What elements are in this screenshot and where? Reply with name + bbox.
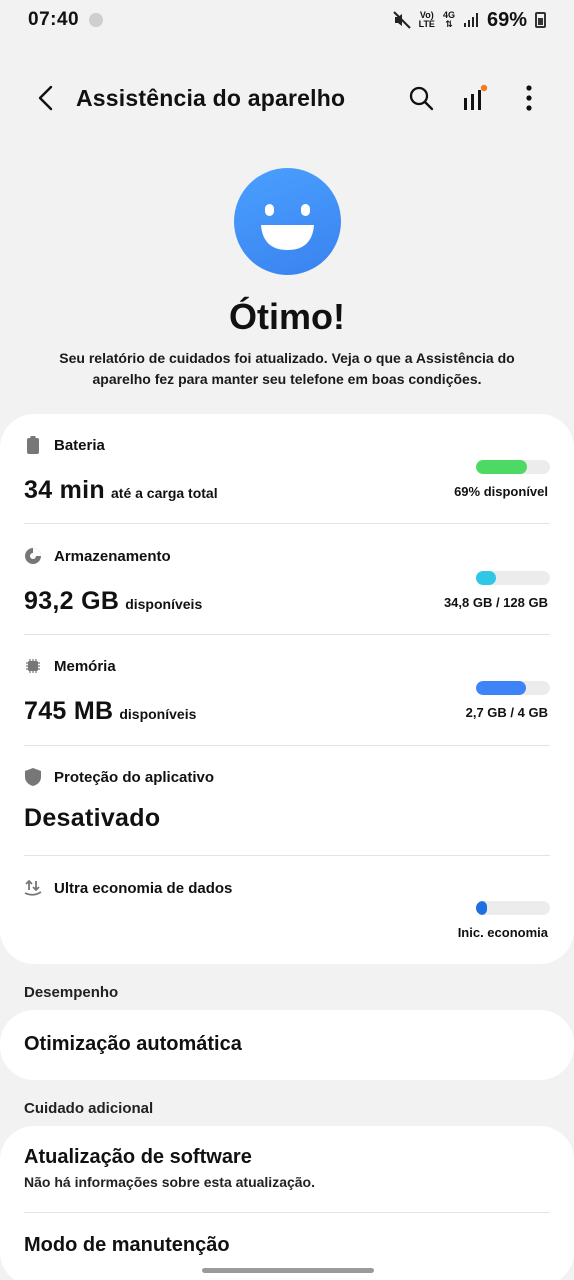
- data-saving-arrows-icon: [24, 879, 42, 897]
- battery-icon: [535, 12, 546, 28]
- gesture-navigation-bar[interactable]: [202, 1268, 374, 1273]
- battery-time-value: 34 min: [24, 476, 105, 504]
- back-button[interactable]: [26, 78, 66, 118]
- memory-available-suffix: disponíveis: [119, 706, 197, 722]
- battery-label: Bateria: [54, 436, 105, 454]
- search-button[interactable]: [404, 81, 438, 115]
- ultra-data-saving-row[interactable]: Ultra economia de dados Inic. economia: [24, 879, 550, 959]
- memory-label: Memória: [54, 657, 116, 675]
- memory-usage-text: 2,7 GB / 4 GB: [465, 705, 548, 720]
- status-heading: Ótimo!: [229, 296, 345, 337]
- performance-section-label: Desempenho: [24, 984, 119, 1001]
- app-protection-row[interactable]: Proteção do aplicativo Desativado: [24, 768, 550, 858]
- more-vertical-icon: [526, 85, 532, 111]
- memory-available-value: 745 MB: [24, 697, 114, 725]
- storage-progress-fill: [476, 571, 496, 585]
- battery-icon: [24, 436, 42, 454]
- memory-progress-bar: [476, 681, 550, 695]
- battery-time-suffix: até a carga total: [111, 485, 218, 501]
- storage-usage-text: 34,8 GB / 128 GB: [443, 595, 548, 610]
- storage-pie-icon: [24, 547, 42, 565]
- data-saving-progress-bar: [476, 901, 550, 915]
- divider: [24, 855, 550, 856]
- status-description: Seu relatório de cuidados foi atualizado…: [59, 350, 515, 387]
- search-icon: [409, 86, 434, 111]
- battery-available-text: 69% disponível: [454, 484, 548, 499]
- divider: [24, 1212, 550, 1213]
- auto-optimization-item[interactable]: Otimização automática: [24, 1033, 242, 1056]
- app-header: Assistência do aparelho: [0, 72, 574, 124]
- storage-label: Armazenamento: [54, 547, 171, 565]
- additional-care-section-label: Cuidado adicional: [24, 1100, 154, 1117]
- storage-row[interactable]: Armazenamento 93,2 GB disponíveis 34,8 G…: [24, 547, 550, 637]
- start-saving-text: Inic. economia: [457, 925, 548, 940]
- memory-chip-icon: [24, 657, 42, 675]
- page-title: Assistência do aparelho: [76, 84, 346, 111]
- status-bar: 07:40 Vo) LTE 4G ⇅ 69%: [0, 0, 574, 40]
- ultra-data-saving-label: Ultra economia de dados: [54, 879, 233, 897]
- software-update-subtitle: Não há informações sobre esta atualizaçã…: [24, 1174, 315, 1190]
- battery-percent: 69%: [486, 8, 527, 31]
- signal-icon: [463, 13, 478, 27]
- device-care-screen: 07:40 Vo) LTE 4G ⇅ 69% Assistência do ap…: [0, 0, 574, 1280]
- smiley-face-icon: [234, 168, 341, 275]
- status-time: 07:40: [28, 9, 80, 30]
- volte-indicator: Vo) LTE: [418, 10, 435, 29]
- data-arrows-icon: ⇅: [445, 19, 453, 29]
- memory-row[interactable]: Memória 745 MB disponíveis 2,7 GB / 4 GB: [24, 657, 550, 747]
- storage-available-suffix: disponíveis: [125, 596, 203, 612]
- divider: [24, 523, 550, 524]
- status-icons: Vo) LTE 4G ⇅ 69%: [392, 8, 546, 32]
- network-4g-indicator: 4G ⇅: [442, 10, 455, 29]
- battery-row[interactable]: Bateria 34 min até a carga total 69% dis…: [24, 436, 550, 526]
- bar-chart-icon: [464, 84, 488, 110]
- notification-dot-icon: [89, 13, 104, 27]
- back-arrow-icon: [38, 85, 53, 111]
- shield-icon: [24, 768, 42, 786]
- memory-progress-fill: [476, 681, 527, 695]
- storage-available-value: 93,2 GB: [24, 587, 120, 615]
- additional-care-card: Atualização de software Não há informaçõ…: [0, 1126, 574, 1280]
- app-protection-label: Proteção do aplicativo: [54, 768, 215, 786]
- divider: [24, 745, 550, 746]
- battery-progress-bar: [476, 460, 550, 474]
- maintenance-mode-item[interactable]: Modo de manutenção: [24, 1234, 230, 1257]
- battery-progress-fill: [476, 460, 528, 474]
- mute-icon: [392, 11, 411, 29]
- more-options-button[interactable]: [512, 81, 546, 115]
- app-protection-status: Desativado: [24, 804, 161, 832]
- performance-card: Otimização automática: [0, 1010, 574, 1080]
- device-status-card: Bateria 34 min até a carga total 69% dis…: [0, 414, 574, 964]
- divider: [24, 634, 550, 635]
- data-saving-progress-fill: [476, 901, 488, 915]
- storage-progress-bar: [476, 571, 550, 585]
- header-actions: [404, 81, 546, 115]
- software-update-title: Atualização de software: [24, 1146, 252, 1168]
- diagnostics-button[interactable]: [458, 81, 492, 115]
